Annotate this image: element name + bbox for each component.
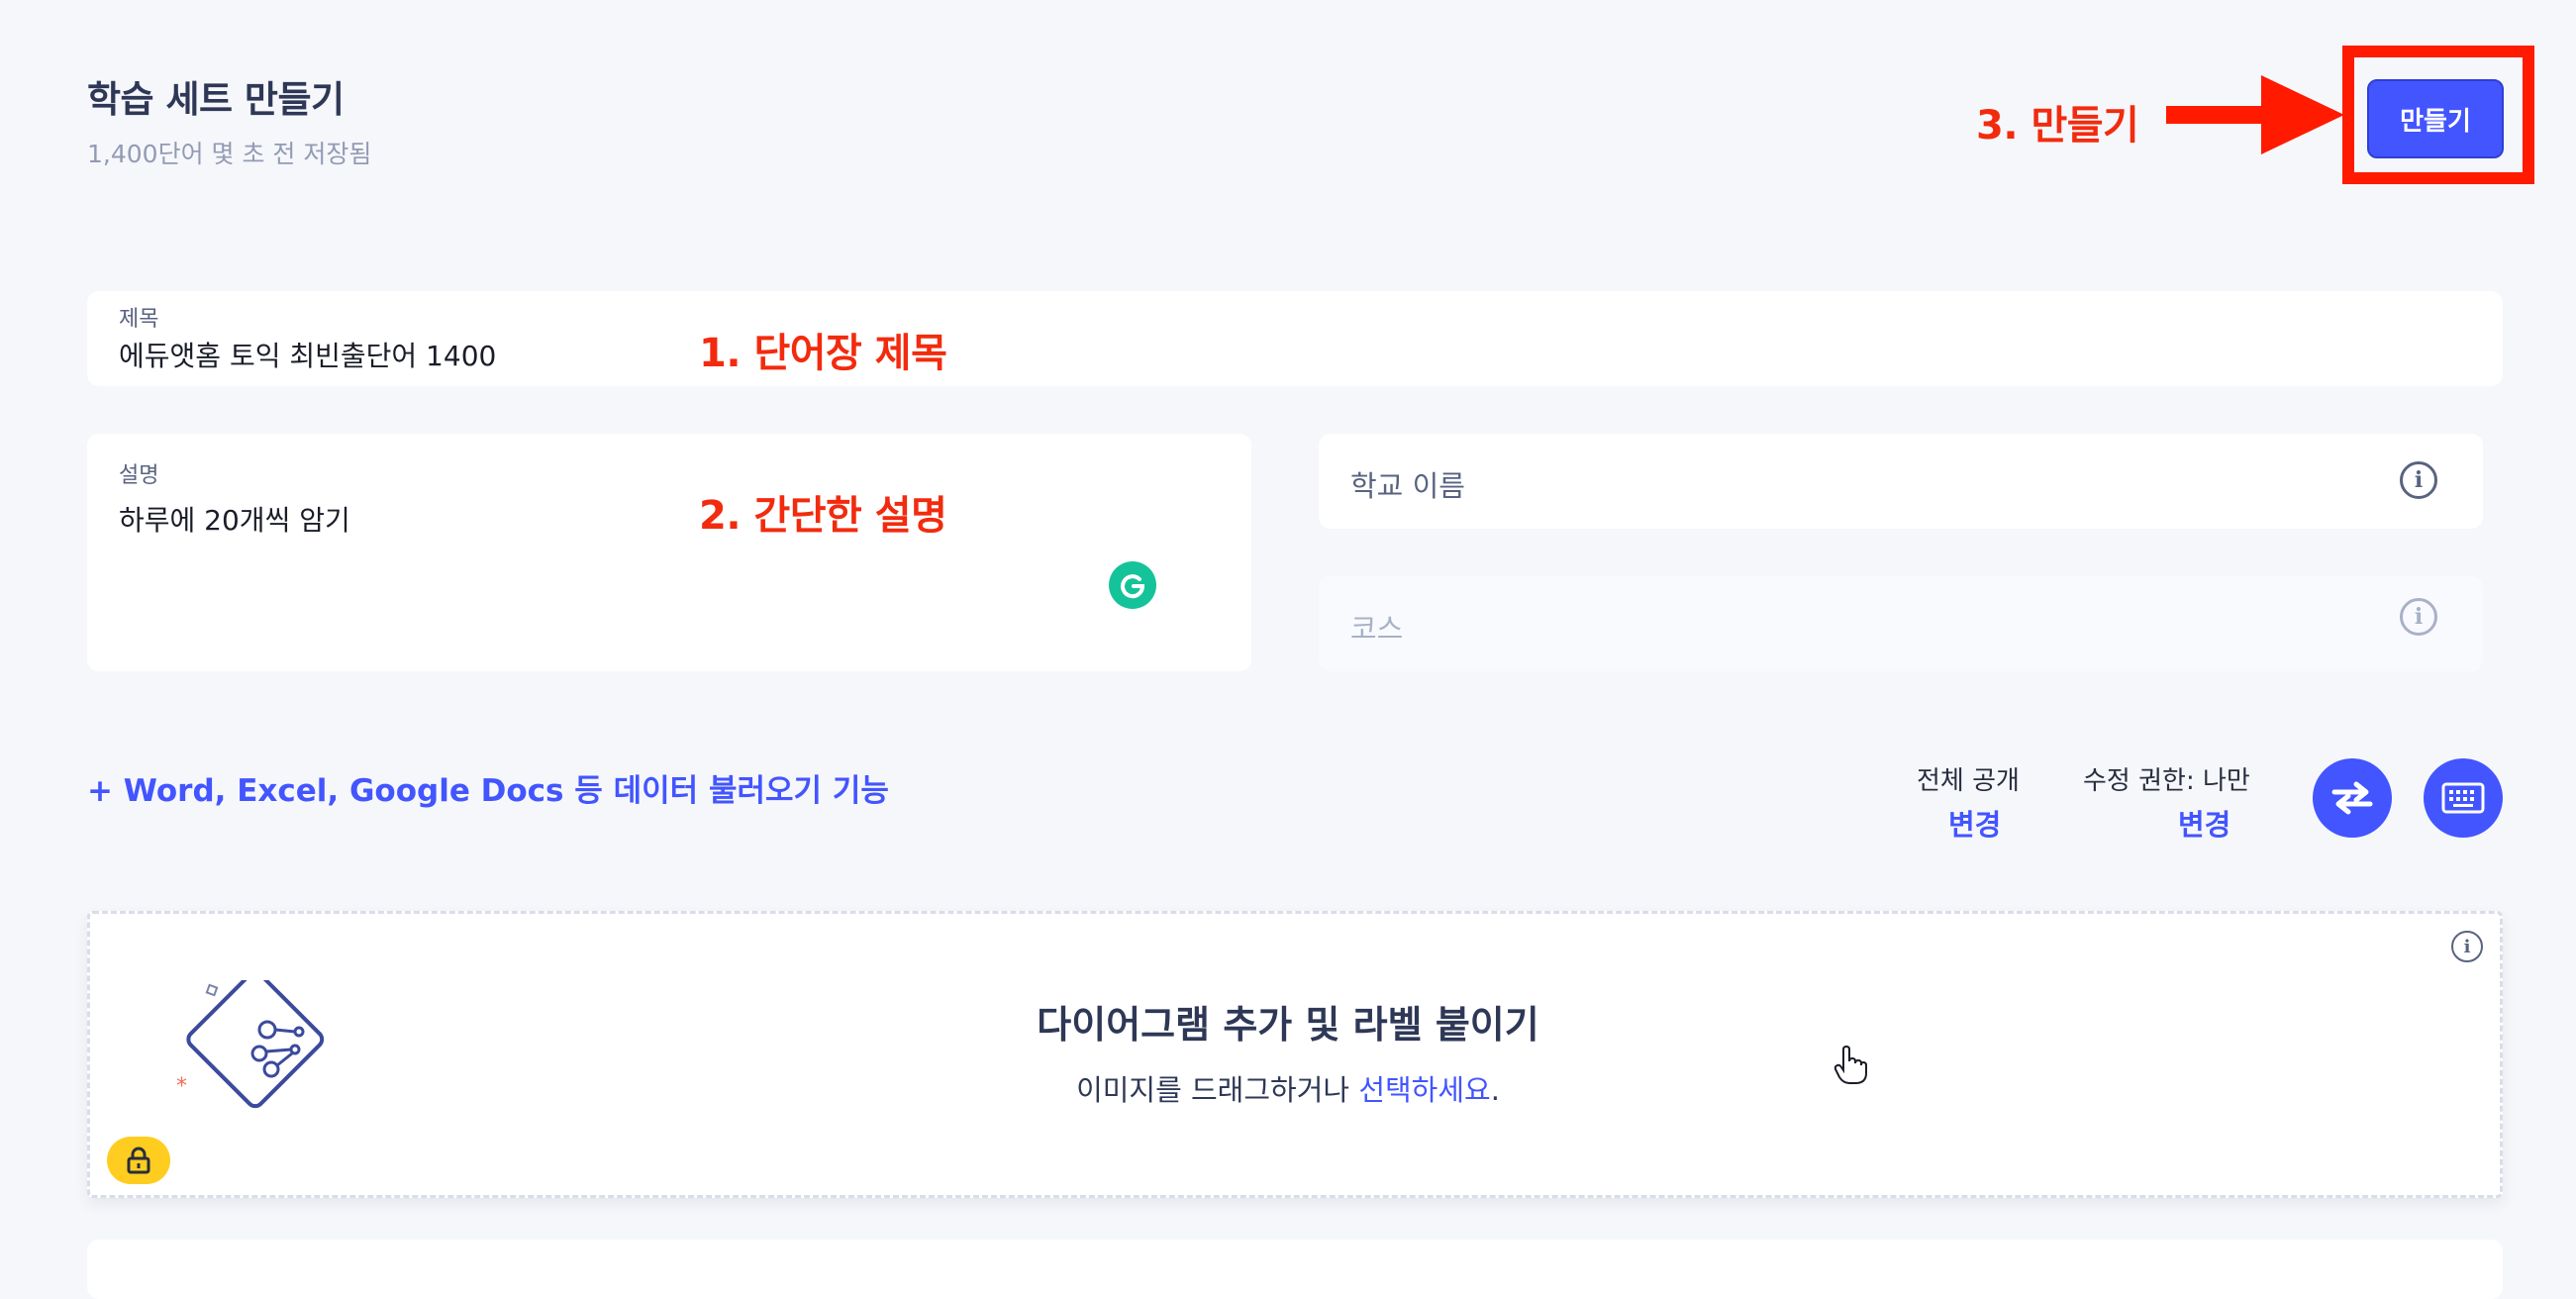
course-field[interactable]: 코스 i (1319, 576, 2483, 671)
edit-permission-change-link[interactable]: 변경 (2178, 802, 2230, 844)
select-image-link[interactable]: 선택하세요 (1358, 1073, 1490, 1107)
school-field-placeholder: 학교 이름 (1350, 469, 1465, 503)
info-icon[interactable]: i (2451, 931, 2483, 962)
premium-lock-badge (107, 1137, 170, 1184)
visibility-label: 전체 공개 (1917, 766, 2020, 796)
info-icon[interactable]: i (2400, 461, 2437, 499)
import-data-link[interactable]: + Word, Excel, Google Docs 등 데이터 불러오기 기능 (87, 765, 889, 810)
keyboard-shortcuts-button[interactable] (2424, 758, 2503, 838)
title-field-label: 제목 (119, 307, 159, 332)
page-title: 학습 세트 만들기 (87, 78, 345, 121)
keyboard-icon (2441, 782, 2485, 814)
swap-terms-button[interactable] (2313, 758, 2392, 838)
description-field-value[interactable]: 하루에 20개씩 암기 (119, 499, 350, 539)
title-field[interactable]: 제목 에듀앳홈 토익 최빈출단어 1400 (87, 291, 2503, 386)
next-card (87, 1240, 2503, 1299)
diagram-subtitle-prefix: 이미지를 드래그하거나 (1076, 1073, 1359, 1107)
lock-icon (127, 1147, 150, 1174)
save-status: 1,400단어 몇 초 전 저장됨 (87, 140, 372, 168)
diagram-title: 다이어그램 추가 및 라벨 붙이기 (1037, 1003, 1539, 1047)
annotation-step2: 2. 간단한 설명 (699, 493, 947, 539)
diagram-subtitle-suffix: . (1490, 1073, 1500, 1107)
grammarly-icon[interactable] (1109, 561, 1156, 609)
diagram-dropzone[interactable] (87, 911, 2503, 1198)
create-button[interactable]: 만들기 (2367, 79, 2504, 158)
school-field[interactable]: 학교 이름 i (1319, 434, 2483, 529)
edit-permission-label: 수정 권한: 나만 (2083, 766, 2250, 796)
annotation-step3: 3. 만들기 (1976, 103, 2139, 149)
hand-cursor-icon (1833, 1046, 1867, 1084)
annotation-arrow (2166, 75, 2344, 154)
annotation-step1: 1. 단어장 제목 (699, 331, 947, 376)
swap-arrows-icon (2331, 781, 2373, 815)
info-icon[interactable]: i (2400, 598, 2437, 636)
diagram-subtitle: 이미지를 드래그하거나 선택하세요. (0, 1067, 2576, 1109)
title-field-value[interactable]: 에듀앳홈 토익 최빈출단어 1400 (119, 335, 496, 374)
description-field-label: 설명 (119, 463, 159, 488)
visibility-change-link[interactable]: 변경 (1948, 802, 2001, 844)
course-field-placeholder: 코스 (1350, 612, 1404, 646)
description-field[interactable]: 설명 하루에 20개씩 암기 (87, 434, 1251, 671)
